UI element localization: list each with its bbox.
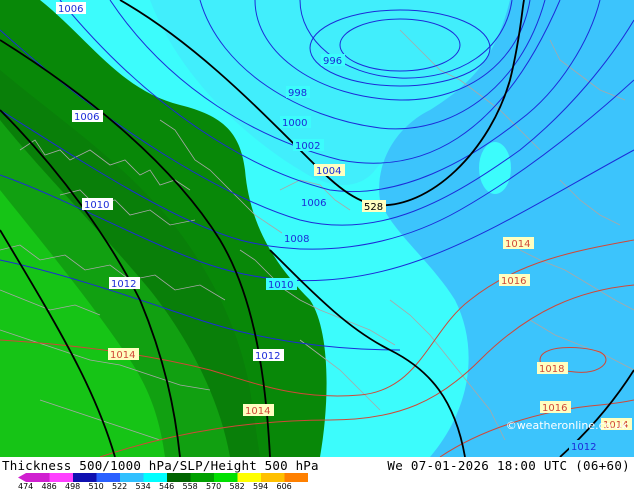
valid-time: We 07-01-2026 18:00 UTC (06+60)	[387, 458, 630, 473]
svg-text:1002: 1002	[295, 141, 320, 152]
colorbar-segment	[261, 473, 285, 482]
colorbar-segment	[284, 473, 308, 482]
svg-text:998: 998	[288, 88, 307, 99]
isobar-label: 1006	[56, 2, 86, 15]
isobar-label: 1010	[82, 198, 113, 211]
isobar-label: 1014	[108, 348, 139, 361]
credit-text[interactable]: ©weatheronline.co.uk	[506, 419, 628, 432]
svg-text:1012: 1012	[111, 279, 136, 290]
svg-text:1016: 1016	[501, 276, 526, 287]
isobar-label: 1010	[266, 278, 297, 291]
svg-text:996: 996	[323, 56, 342, 67]
isobar-label: 998	[286, 86, 310, 99]
svg-text:1004: 1004	[316, 166, 341, 177]
colorbar-arrow	[18, 473, 26, 482]
isobar-label: 1006	[72, 110, 103, 123]
height-label: 528	[362, 200, 386, 213]
colorbar-segment	[167, 473, 191, 482]
isobar-label: 1008	[282, 232, 313, 245]
svg-text:1014: 1014	[110, 350, 135, 361]
isobar-label: 1016	[540, 401, 571, 414]
cyan-pocket	[479, 142, 511, 194]
svg-text:1010: 1010	[84, 200, 109, 211]
colorbar-segment	[190, 473, 215, 482]
svg-text:1016: 1016	[542, 403, 567, 414]
isobar-label: 1002	[293, 139, 324, 152]
colorbar-segment	[49, 473, 74, 482]
svg-text:1012: 1012	[571, 442, 596, 453]
isobar-label: 1014	[243, 404, 274, 417]
svg-text:1014: 1014	[505, 239, 530, 250]
isobar-label: 1000	[280, 116, 311, 129]
weather-map: 1006 996 998 1000 1002 1004 1006 1008 10…	[0, 0, 634, 457]
colorbar-segment	[237, 473, 262, 482]
colorbar-segment	[143, 473, 168, 482]
isobar-label: 1012	[569, 440, 600, 453]
isobar-label: 1006	[299, 196, 330, 209]
footer: Thickness 500/1000 hPa/SLP/Height 500 hP…	[0, 457, 634, 491]
svg-text:1012: 1012	[255, 351, 280, 362]
colorbar	[18, 473, 308, 482]
colorbar-segment	[120, 473, 144, 482]
colorbar-segment	[214, 473, 238, 482]
isobar-label: 1012	[109, 277, 140, 290]
svg-text:1006: 1006	[301, 198, 326, 209]
svg-text:1000: 1000	[282, 118, 307, 129]
map-title: Thickness 500/1000 hPa/SLP/Height 500 hP…	[2, 458, 319, 473]
colorbar-segment	[73, 473, 97, 482]
svg-text:1008: 1008	[284, 234, 309, 245]
svg-text:1006: 1006	[58, 4, 83, 15]
isobar-label: 1004	[314, 164, 345, 177]
svg-text:1010: 1010	[268, 280, 293, 291]
svg-text:528: 528	[364, 202, 383, 213]
svg-text:1018: 1018	[539, 364, 564, 375]
isobar-label: 996	[321, 54, 345, 67]
svg-text:1014: 1014	[245, 406, 270, 417]
isobar-label: 1018	[537, 362, 568, 375]
svg-text:1006: 1006	[74, 112, 99, 123]
isobar-label: 1010	[0, 0, 25, 3]
isobar-label: 1014	[503, 237, 534, 250]
colorbar-segment	[96, 473, 121, 482]
colorbar-segment	[26, 473, 50, 482]
isobar-label: 1012	[253, 349, 284, 362]
isobar-label: 1016	[499, 274, 530, 287]
